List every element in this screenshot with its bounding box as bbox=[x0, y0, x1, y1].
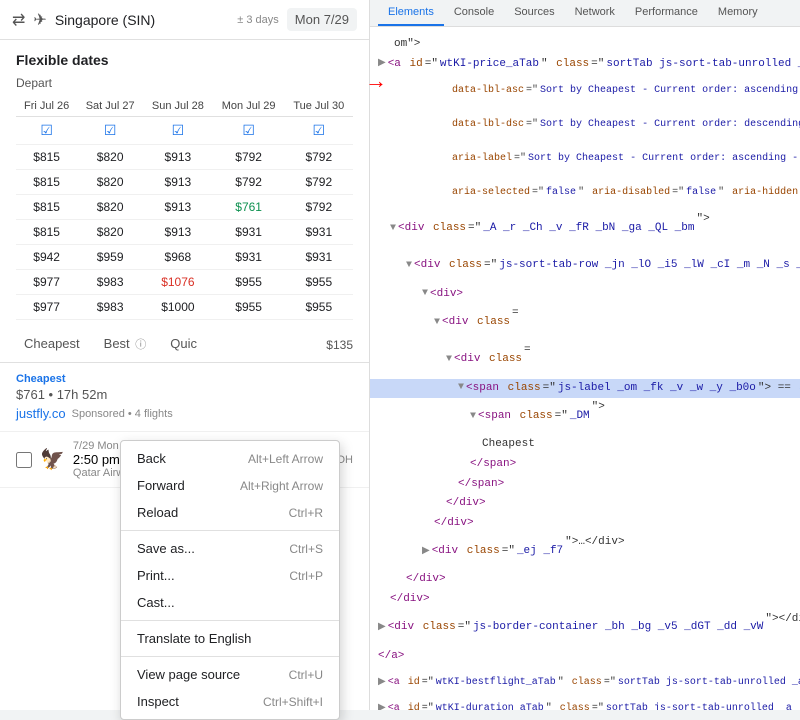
swap-icon[interactable]: ⇄ bbox=[12, 10, 25, 30]
collapse-arrow[interactable]: ▼ bbox=[446, 352, 452, 368]
context-menu: Back Alt+Left Arrow Forward Alt+Right Ar… bbox=[120, 440, 340, 710]
html-line: </div> bbox=[370, 494, 800, 514]
tab-best[interactable]: Best ⓘ bbox=[92, 328, 159, 362]
col-header-4: Tue Jul 30 bbox=[285, 96, 353, 117]
checkbox-1[interactable]: ☑ bbox=[77, 117, 143, 145]
devtools-tab-memory[interactable]: Memory bbox=[708, 0, 768, 26]
html-line-attrs3: aria-label="Sort by Cheapest - Current o… bbox=[370, 142, 800, 176]
brand-name[interactable]: justfly.co bbox=[16, 406, 66, 421]
context-inspect[interactable]: Inspect Ctrl+Shift+I bbox=[121, 688, 339, 710]
context-forward[interactable]: Forward Alt+Right Arrow bbox=[121, 472, 339, 499]
collapse-arrow[interactable]: ▼ bbox=[434, 315, 440, 331]
table-row: $977 $983 $1000 $955 $955 bbox=[16, 295, 353, 320]
collapse-arrow[interactable]: ▼ bbox=[422, 286, 428, 302]
devtools-container: om"> ▶ <a id="wtKI-price_aTab" class="so… bbox=[370, 27, 800, 710]
html-inspector: om"> ▶ <a id="wtKI-price_aTab" class="so… bbox=[370, 27, 800, 710]
html-line: ▶ <a id="wtKI-price_aTab" class="sortTab… bbox=[370, 55, 800, 75]
result-item: Cheapest $761 • 17h 52m justfly.co Spons… bbox=[0, 363, 369, 432]
days-offset: ± 3 days bbox=[237, 14, 279, 26]
info-icon: ⓘ bbox=[135, 339, 146, 351]
html-text-cheapest: Cheapest bbox=[370, 435, 800, 455]
html-line: ▶ <a id="wtKI-bestflight_aTab" class="so… bbox=[370, 666, 800, 700]
context-print[interactable]: Print... Ctrl+P bbox=[121, 562, 339, 589]
col-header-2: Sun Jul 28 bbox=[143, 96, 213, 117]
table-row: $942 $959 $968 $931 $931 bbox=[16, 245, 353, 270]
col-header-0: Fri Jul 26 bbox=[16, 96, 77, 117]
location-label: Singapore (SIN) bbox=[55, 12, 229, 28]
date-grid: Fri Jul 26 Sat Jul 27 Sun Jul 28 Mon Jul… bbox=[16, 96, 353, 320]
collapse-arrow[interactable]: ▼ bbox=[406, 258, 412, 274]
table-row: $815 $820 $913 $761 $792 bbox=[16, 195, 353, 220]
sponsored-text: Sponsored • 4 flights bbox=[72, 408, 173, 420]
table-row: $815 $820 $913 $931 $931 bbox=[16, 220, 353, 245]
context-save[interactable]: Save as... Ctrl+S bbox=[121, 535, 339, 562]
sort-tabs: Cheapest Best ⓘ Quic $135 bbox=[0, 320, 369, 363]
html-line: ▼ <span class="_DM"> bbox=[370, 398, 800, 435]
html-line: ▼ <div class= bbox=[370, 304, 800, 341]
left-panel: ⇄ ✈ Singapore (SIN) ± 3 days Mon 7/29 Fl… bbox=[0, 0, 370, 710]
menu-divider-3 bbox=[121, 656, 339, 657]
html-line: ▶ <div class="_ej _f7">…</div> bbox=[370, 533, 800, 570]
context-viewsource[interactable]: View page source Ctrl+U bbox=[121, 661, 339, 688]
checkbox-4[interactable]: ☑ bbox=[285, 117, 353, 145]
html-line: ▼ <div class= bbox=[370, 341, 800, 378]
devtools-tab-performance[interactable]: Performance bbox=[625, 0, 708, 26]
col-header-1: Sat Jul 27 bbox=[77, 96, 143, 117]
table-row: $815 $820 $913 $792 $792 bbox=[16, 145, 353, 170]
airline-icon: 🦅 bbox=[40, 447, 65, 472]
flexible-dates-title: Flexible dates bbox=[16, 52, 353, 68]
brand-row: justfly.co Sponsored • 4 flights bbox=[16, 406, 353, 421]
top-bar: ⇄ ✈ Singapore (SIN) ± 3 days Mon 7/29 bbox=[0, 0, 369, 40]
price-time: $761 • 17h 52m bbox=[16, 387, 353, 402]
right-panel: Elements Console Sources Network Perform… bbox=[370, 0, 800, 710]
menu-divider-1 bbox=[121, 530, 339, 531]
devtools-tab-network[interactable]: Network bbox=[565, 0, 625, 26]
devtools: Elements Console Sources Network Perform… bbox=[370, 0, 800, 710]
html-line: om"> bbox=[370, 35, 800, 55]
cheapest-badge: Cheapest bbox=[16, 373, 353, 385]
html-line: </span> bbox=[370, 455, 800, 475]
price-col-header: $135 bbox=[209, 328, 357, 362]
html-line: ▶ <div class="js-border-container _bh _b… bbox=[370, 610, 800, 647]
html-line-attrs2: data-lbl-dsc="Sort by Cheapest - Current… bbox=[370, 108, 800, 142]
tab-quickest[interactable]: Quic bbox=[158, 328, 209, 362]
collapse-arrow[interactable]: ▼ bbox=[390, 221, 396, 237]
html-line: </span> bbox=[370, 475, 800, 495]
flight-icon: ✈ bbox=[33, 10, 46, 30]
html-line-attrs: data-lbl-asc="Sort by Cheapest - Current… bbox=[370, 74, 800, 108]
checkbox-0[interactable]: ☑ bbox=[16, 117, 77, 145]
devtools-tab-console[interactable]: Console bbox=[444, 0, 504, 26]
context-translate[interactable]: Translate to English bbox=[121, 625, 339, 652]
context-reload[interactable]: Reload Ctrl+R bbox=[121, 499, 339, 526]
flight-checkbox[interactable] bbox=[16, 452, 32, 468]
html-line: </div> bbox=[370, 570, 800, 590]
menu-divider-2 bbox=[121, 620, 339, 621]
html-line-selected[interactable]: ▼ <span class="js-label _om _fk _v _w _y… bbox=[370, 379, 800, 399]
col-header-3: Mon Jul 29 bbox=[213, 96, 285, 117]
html-line: </div> bbox=[370, 514, 800, 534]
checkbox-3[interactable]: ☑ bbox=[213, 117, 285, 145]
html-line: ▶ <a id="wtKI-duration_aTab" class="sort… bbox=[370, 700, 800, 710]
table-row: $977 $983 $1076 $955 $955 bbox=[16, 270, 353, 295]
html-line: </a> bbox=[370, 647, 800, 667]
date-label[interactable]: Mon 7/29 bbox=[287, 8, 357, 31]
devtools-tabs: Elements Console Sources Network Perform… bbox=[370, 0, 800, 27]
devtools-tab-sources[interactable]: Sources bbox=[504, 0, 564, 26]
table-row: $815 $820 $913 $792 $792 bbox=[16, 170, 353, 195]
flexible-dates-section: Flexible dates Depart Fri Jul 26 Sat Jul… bbox=[0, 40, 369, 320]
html-line: </div> bbox=[370, 590, 800, 610]
checkbox-2[interactable]: ☑ bbox=[143, 117, 213, 145]
context-cast[interactable]: Cast... bbox=[121, 589, 339, 616]
devtools-tab-elements[interactable]: Elements bbox=[378, 0, 444, 26]
html-line: ▼ <div class="_A _r _Ch _v _fR _bN _ga _… bbox=[370, 210, 800, 247]
collapse-arrow[interactable]: ▶ bbox=[378, 56, 386, 72]
depart-label: Depart bbox=[16, 76, 353, 90]
tab-cheapest[interactable]: Cheapest bbox=[12, 328, 92, 362]
html-line: ▼ <div> bbox=[370, 285, 800, 305]
html-line-attrs4: aria-selected="false" aria-disabled="fal… bbox=[370, 176, 800, 210]
context-back[interactable]: Back Alt+Left Arrow bbox=[121, 445, 339, 472]
html-line: ▼ <div class="js-sort-tab-row _jn _lO _i… bbox=[370, 247, 800, 284]
